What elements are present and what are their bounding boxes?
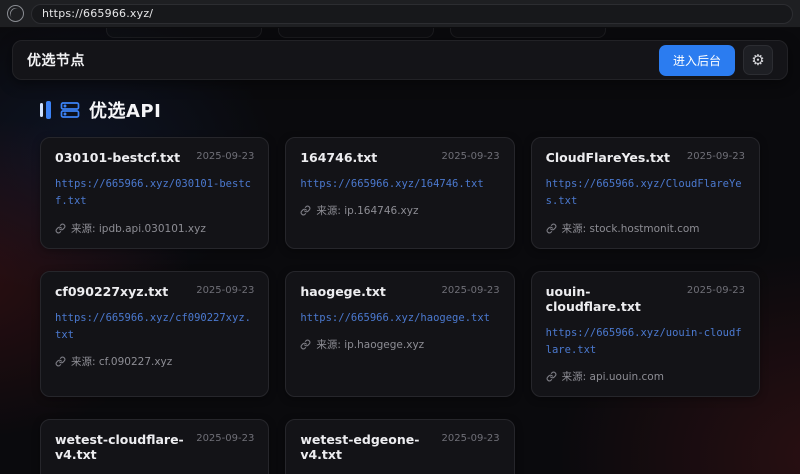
partial-card — [450, 28, 606, 38]
card-link[interactable]: https://665966.xyz/CloudFlareYes.txt — [546, 176, 745, 211]
chain-link-icon — [300, 205, 311, 216]
card-title: 164746.txt — [300, 150, 377, 165]
page-background: 优选节点 进入后台 ⚙ 优选API 030101-bestcf.txt 2025… — [0, 28, 800, 474]
api-card: CloudFlareYes.txt 2025-09-23 https://665… — [531, 137, 760, 249]
card-date: 2025-09-23 — [442, 432, 500, 444]
browser-chrome: https://665966.xyz/ — [0, 0, 800, 28]
api-card: wetest-edgeone-v4.txt 2025-09-23 https:/… — [285, 419, 514, 474]
api-card: cf090227xyz.txt 2025-09-23 https://66596… — [40, 271, 269, 398]
card-link[interactable]: https://665966.xyz/030101-bestcf.txt — [55, 176, 254, 211]
settings-button[interactable]: ⚙ — [743, 45, 773, 75]
card-title: cf090227xyz.txt — [55, 284, 168, 299]
api-card: wetest-cloudflare-v4.txt 2025-09-23 http… — [40, 419, 269, 474]
card-date: 2025-09-23 — [196, 432, 254, 444]
card-source: 来源: cf.090227.xyz — [71, 354, 172, 369]
chain-link-icon — [300, 339, 311, 350]
card-link[interactable]: https://665966.xyz/164746.txt — [300, 176, 499, 193]
accent-bars — [40, 101, 51, 119]
card-source: 来源: ipdb.api.030101.xyz — [71, 221, 206, 236]
section-header: 优选API — [40, 97, 760, 123]
card-title: wetest-edgeone-v4.txt — [300, 432, 433, 462]
card-title: wetest-cloudflare-v4.txt — [55, 432, 188, 462]
gear-icon: ⚙ — [751, 53, 764, 68]
card-link[interactable]: https://665966.xyz/cf090227xyz.txt — [55, 310, 254, 345]
url-bar[interactable]: https://665966.xyz/ — [31, 4, 793, 24]
card-link[interactable]: https://665966.xyz/uouin-cloudflare.txt — [546, 325, 745, 360]
api-card: 164746.txt 2025-09-23 https://665966.xyz… — [285, 137, 514, 249]
chain-link-icon — [546, 223, 557, 234]
card-source: 来源: ip.164746.xyz — [316, 203, 418, 218]
card-source: 来源: stock.hostmonit.com — [562, 221, 700, 236]
card-date: 2025-09-23 — [196, 284, 254, 296]
card-title: 030101-bestcf.txt — [55, 150, 180, 165]
api-card-grid: 030101-bestcf.txt 2025-09-23 https://665… — [40, 137, 760, 474]
api-card: haogege.txt 2025-09-23 https://665966.xy… — [285, 271, 514, 398]
card-date: 2025-09-23 — [687, 150, 745, 162]
card-date: 2025-09-23 — [442, 150, 500, 162]
api-card: uouin-cloudflare.txt 2025-09-23 https://… — [531, 271, 760, 398]
section-title: 优选API — [89, 97, 161, 123]
url-text: https://665966.xyz/ — [42, 7, 153, 20]
card-link[interactable]: https://665966.xyz/haogege.txt — [300, 310, 499, 327]
page-title: 优选节点 — [27, 50, 85, 70]
card-title: haogege.txt — [300, 284, 386, 299]
api-card: 030101-bestcf.txt 2025-09-23 https://665… — [40, 137, 269, 249]
admin-button[interactable]: 进入后台 — [659, 45, 735, 76]
card-date: 2025-09-23 — [442, 284, 500, 296]
partial-card — [278, 28, 434, 38]
server-stack-icon — [60, 100, 80, 120]
site-info-icon[interactable] — [7, 5, 24, 22]
card-title: CloudFlareYes.txt — [546, 150, 670, 165]
sticky-header: 优选节点 进入后台 ⚙ — [12, 40, 788, 80]
card-source: 来源: ip.haogege.xyz — [316, 337, 424, 352]
card-title: uouin-cloudflare.txt — [546, 284, 679, 314]
card-date: 2025-09-23 — [687, 284, 745, 296]
chain-link-icon — [55, 223, 66, 234]
card-source: 来源: api.uouin.com — [562, 369, 664, 384]
chain-link-icon — [55, 356, 66, 367]
chain-link-icon — [546, 371, 557, 382]
partial-card — [106, 28, 262, 38]
card-date: 2025-09-23 — [196, 150, 254, 162]
